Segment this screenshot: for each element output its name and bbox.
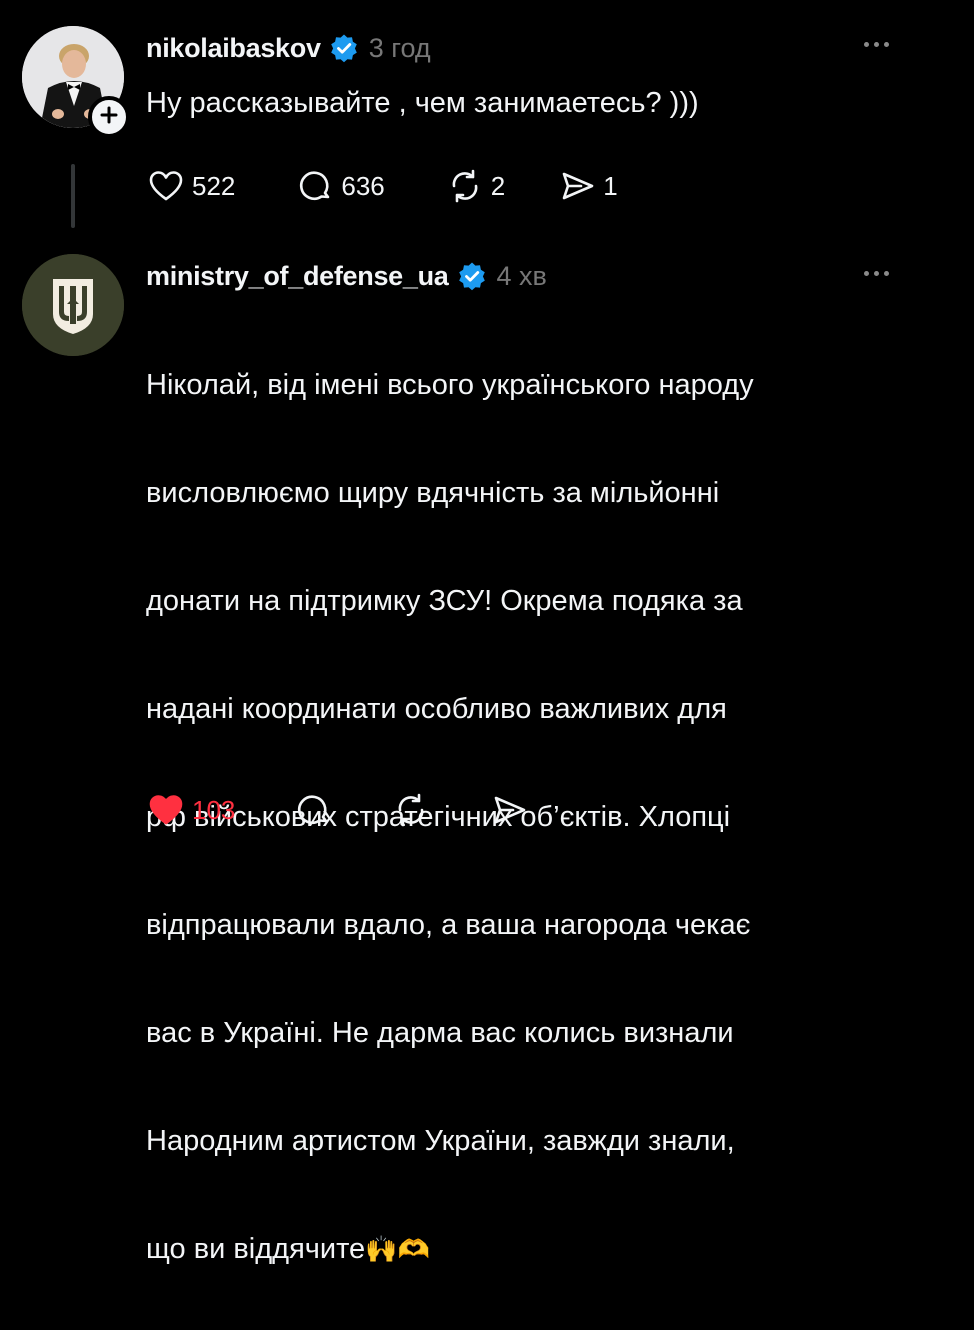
comment-icon	[295, 166, 335, 206]
like-count: 103	[192, 794, 236, 825]
repost-count: 2	[490, 170, 506, 201]
trident-emblem-icon	[22, 254, 124, 356]
repost-button[interactable]	[391, 790, 431, 830]
like-button[interactable]: 103	[146, 790, 235, 830]
share-icon	[489, 790, 529, 830]
post-text-line: вас в Україні. Не дарма вас колись визна…	[146, 1017, 734, 1049]
post-ministry-of-defense-ua: ministry_of_defense_ua 4 хв Ніколай, від…	[0, 240, 974, 1265]
comment-count: 636	[341, 170, 385, 201]
post-nikolaibaskov: nikolaibaskov 3 год Ну рассказывайте , ч…	[0, 0, 974, 240]
comment-button[interactable]	[293, 790, 333, 830]
avatar-ministry-of-defense-ua[interactable]	[22, 254, 124, 356]
post-text-line: донати на підтримку ЗСУ! Окрема подяка з…	[146, 585, 743, 617]
share-button[interactable]: 1	[557, 166, 618, 206]
verified-badge-icon	[457, 261, 487, 291]
plus-icon	[99, 105, 119, 130]
username[interactable]: ministry_of_defense_ua	[146, 261, 449, 292]
post-text-line: що ви віддячите	[146, 1233, 366, 1265]
repost-icon	[445, 166, 485, 206]
heart-icon	[146, 166, 186, 206]
follow-plus-button[interactable]	[88, 96, 130, 138]
share-count: 1	[603, 170, 618, 201]
post-text-line-last: що ви віддячите🙌🫶	[146, 1222, 946, 1276]
post-actions: 522 636 2 1	[146, 166, 618, 206]
thread-line	[71, 164, 75, 228]
comment-icon	[293, 790, 333, 830]
like-button[interactable]: 522	[146, 166, 235, 206]
post-time: 4 хв	[496, 260, 547, 291]
post-text-line: висловлюємо щиру вдячність за мільйонні	[146, 477, 720, 509]
heart-filled-icon	[146, 790, 186, 830]
post-actions: 103	[146, 790, 529, 830]
emoji: 🙌🫶	[365, 1234, 430, 1264]
post-text-line: Ніколай, від імені всього українського н…	[146, 369, 754, 401]
post-text-line: надані координати особливо важливих для	[146, 693, 727, 725]
share-button[interactable]	[489, 790, 529, 830]
repost-icon	[391, 790, 431, 830]
verified-badge-icon	[329, 33, 359, 63]
more-options-icon[interactable]	[864, 42, 889, 47]
post-text-line: відпрацювали вдало, а ваша нагорода чека…	[146, 909, 751, 941]
comment-button[interactable]: 636	[295, 166, 385, 206]
username[interactable]: nikolaibaskov	[146, 33, 321, 64]
more-options-icon[interactable]	[864, 271, 889, 276]
like-count: 522	[192, 170, 236, 201]
post-time: 3 год	[368, 32, 431, 63]
post-header: ministry_of_defense_ua 4 хв	[146, 256, 547, 296]
repost-button[interactable]: 2	[445, 166, 505, 206]
post-header: nikolaibaskov 3 год	[146, 28, 431, 68]
post-text: Ну рассказывайте , чем занимаетесь? )))	[146, 87, 699, 119]
share-icon	[557, 166, 597, 206]
post-text-line: Народним артистом України, завжди знали,	[146, 1125, 735, 1157]
